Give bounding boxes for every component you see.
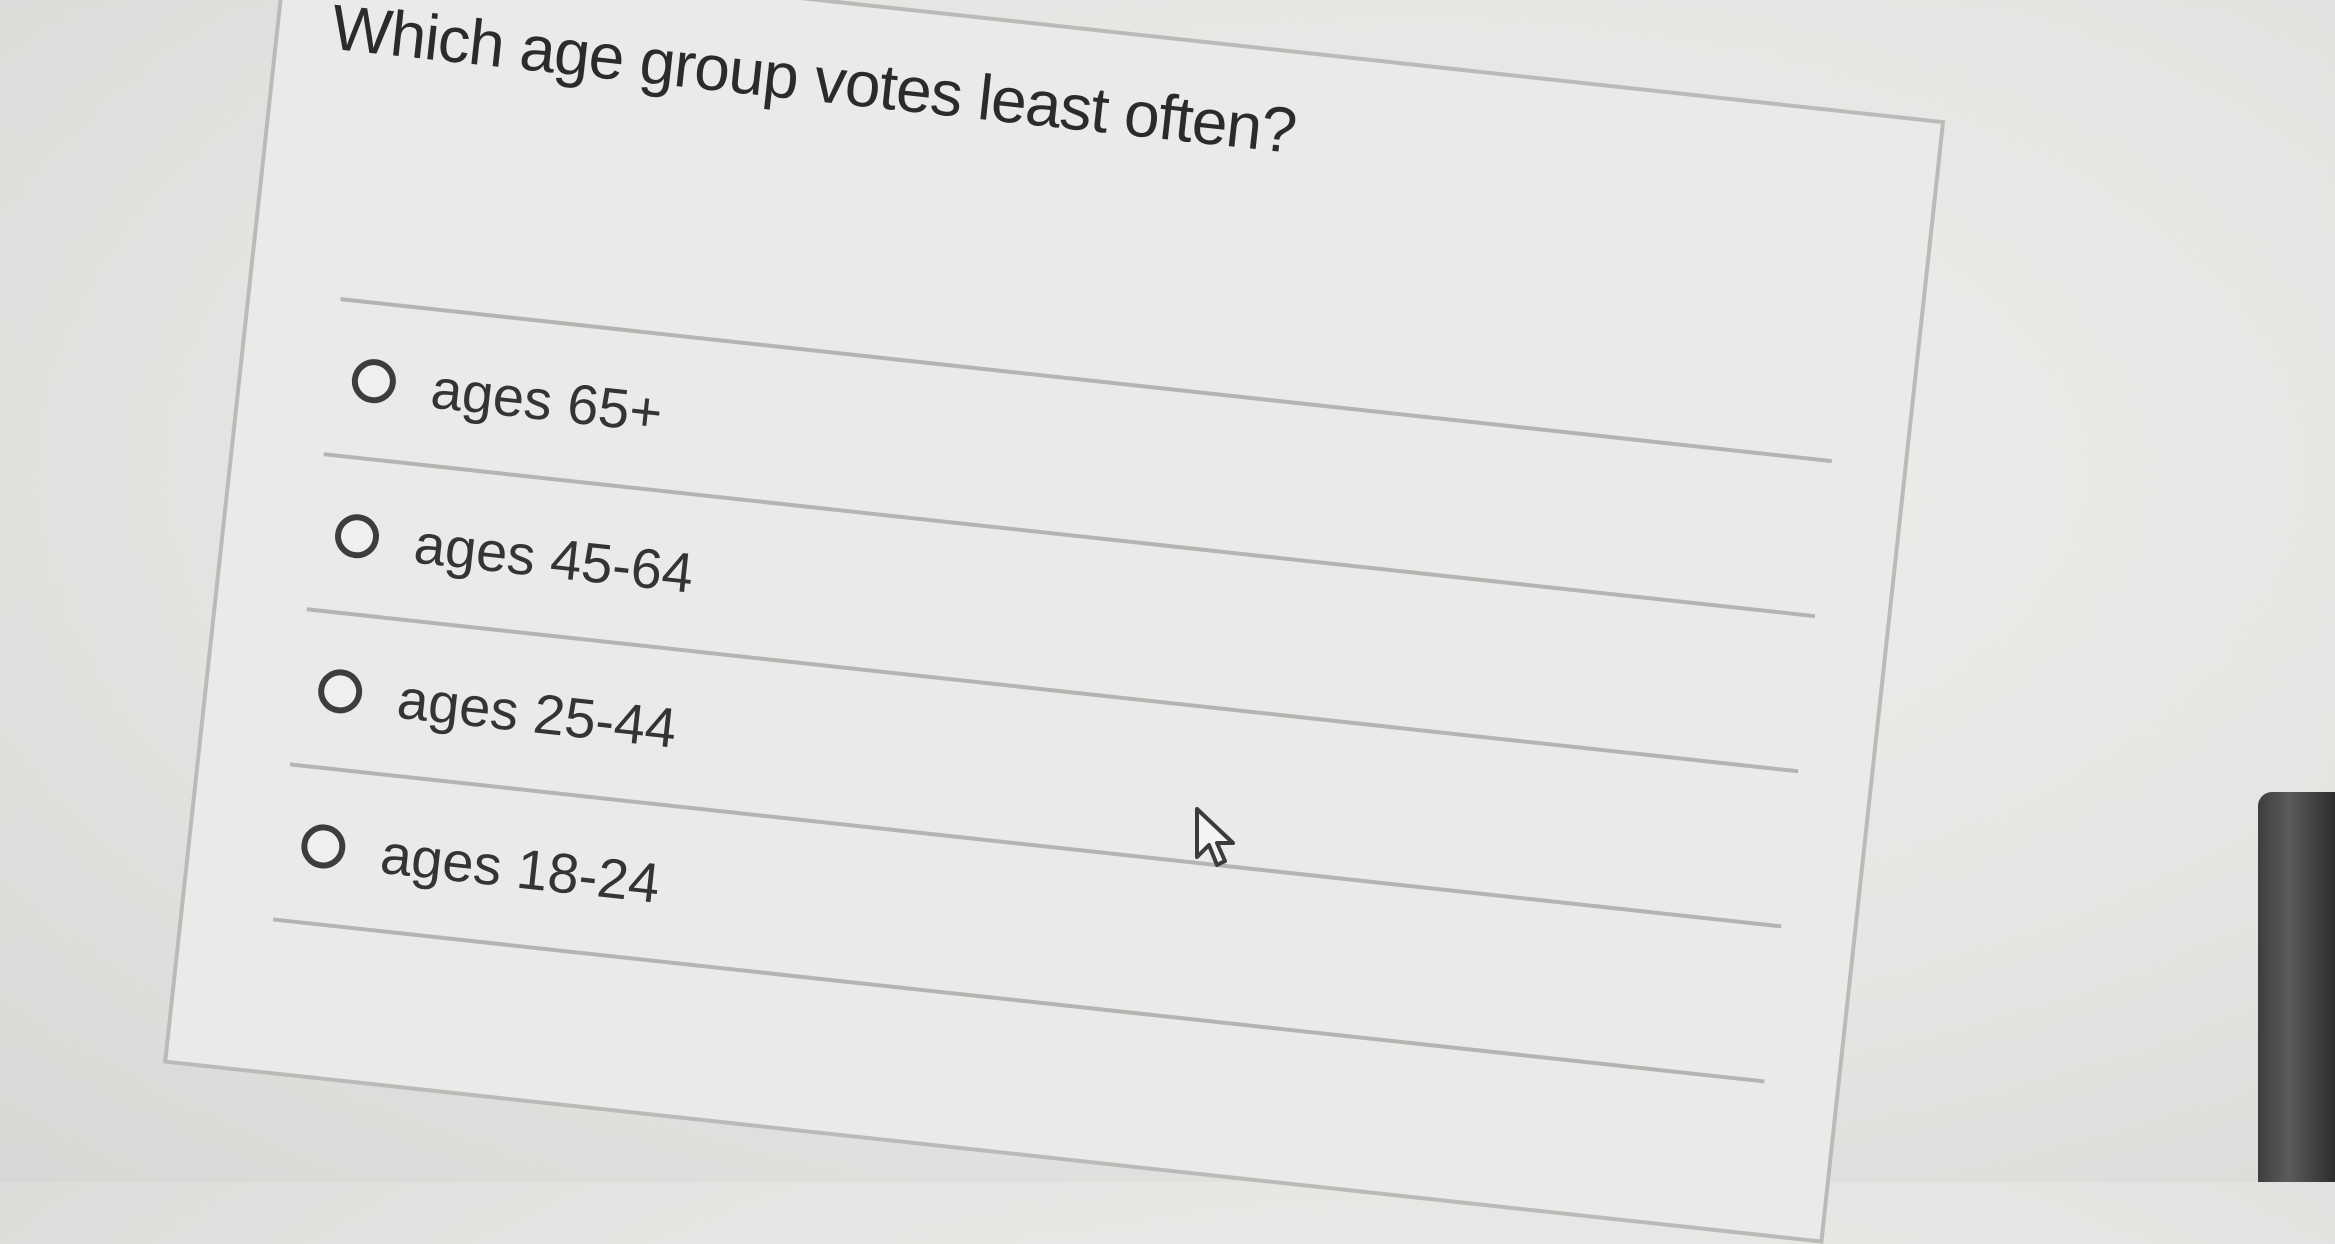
radio-button-icon[interactable] <box>299 822 348 871</box>
question-card: Which age group votes least often? ages … <box>162 0 1946 1244</box>
option-label: ages 18-24 <box>377 821 663 915</box>
option-label: ages 25-44 <box>394 666 680 760</box>
radio-button-icon[interactable] <box>332 512 382 561</box>
photo-stage: Which age group votes least often? ages … <box>0 0 2335 1244</box>
option-label: ages 65+ <box>428 356 666 444</box>
background-object <box>2258 792 2335 1182</box>
question-text: Which age group votes least often? <box>328 0 1300 168</box>
radio-button-icon[interactable] <box>315 667 365 716</box>
radio-button-icon[interactable] <box>349 356 399 406</box>
option-label: ages 45-64 <box>411 511 697 605</box>
mouse-pointer-icon <box>1195 807 1235 867</box>
answer-options: ages 65+ ages 45-64 ages 25-44 ages 18-2… <box>272 297 1832 1084</box>
